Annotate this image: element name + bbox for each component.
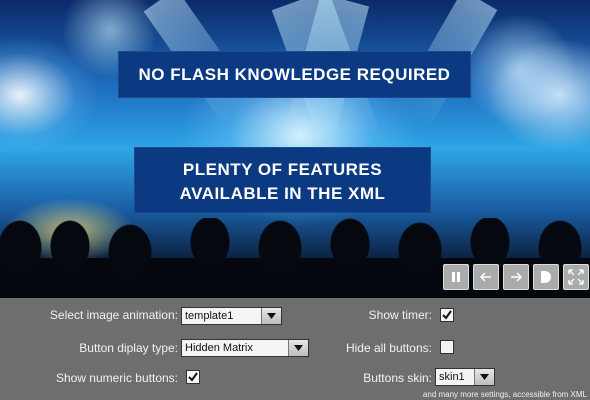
fullscreen-icon [568,269,584,285]
arrow-right-icon [511,272,523,282]
caption-features-line1: PLENTY OF FEATURES [182,160,383,179]
show-timer-checkbox[interactable] [440,308,454,322]
chevron-down-icon [261,308,281,324]
settings-footnote: and many more settings, accessible from … [422,390,587,399]
button-type-label: Button diplay type: [79,341,178,355]
checkmark-icon [442,310,452,320]
chevron-down-icon [474,369,494,385]
arrow-left-icon [479,272,491,282]
previous-button[interactable] [473,264,499,290]
button-type-select-value: Hidden Matrix [185,342,253,354]
slideshow-stage: NO FLASH KNOWLEDGE REQUIRED PLENTY OF FE… [0,0,590,298]
caption-features: PLENTY OF FEATURES AVAILABLE IN THE XML [134,147,431,213]
next-button[interactable] [503,264,529,290]
animation-label: Select image animation: [49,308,178,322]
show-timer-label: Show timer: [368,308,432,322]
buttons-skin-label: Buttons skin: [363,371,432,385]
settings-panel: Select image animation: template1 Button… [0,298,590,400]
caption-no-flash: NO FLASH KNOWLEDGE REQUIRED [118,51,471,98]
pause-button[interactable] [443,264,469,290]
caption-features-line2: AVAILABLE IN THE XML [179,184,386,203]
button-type-select[interactable]: Hidden Matrix [181,339,309,357]
animation-select-value: template1 [185,310,234,322]
pause-icon [452,272,460,282]
fullscreen-button[interactable] [563,264,589,290]
numeric-buttons-checkbox[interactable] [186,370,200,384]
hide-all-buttons-checkbox[interactable] [440,340,454,354]
buttons-skin-select-value: skin1 [439,371,465,383]
animation-select[interactable]: template1 [181,307,282,325]
effect-button[interactable] [533,264,559,290]
crowd-silhouette [0,218,590,298]
half-circle-icon [541,271,551,283]
hide-all-buttons-label: Hide all buttons: [345,341,432,355]
numeric-buttons-label: Show numeric buttons: [55,371,178,385]
chevron-down-icon [288,340,308,356]
checkmark-icon [188,372,198,382]
buttons-skin-select[interactable]: skin1 [435,368,495,386]
